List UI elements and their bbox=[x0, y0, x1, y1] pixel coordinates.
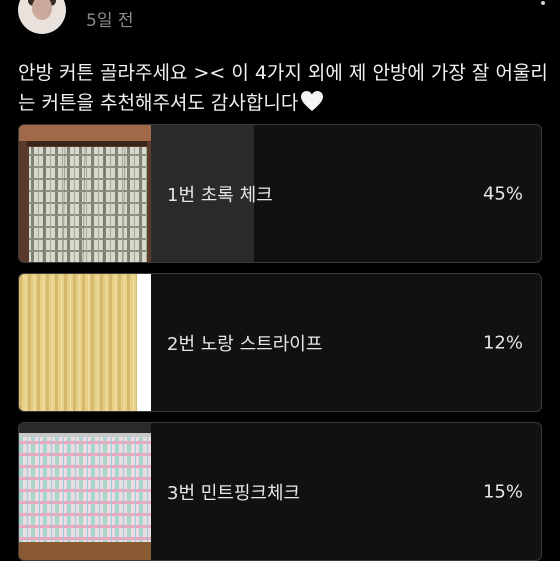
post-header: 5일 전 bbox=[0, 0, 560, 44]
curtain-yellow-stripe-image bbox=[19, 274, 151, 411]
more-dots-icon[interactable] bbox=[536, 0, 550, 12]
post-body: 안방 커튼 골라주세요 >< 이 4가지 외에 제 안방에 가장 잘 어울리는 … bbox=[18, 62, 548, 114]
curtain-green-check-image bbox=[19, 125, 151, 262]
post-text: 안방 커튼 골라주세요 >< 이 4가지 외에 제 안방에 가장 잘 어울리는 … bbox=[18, 58, 548, 118]
poll-option-1[interactable]: 1번 초록 체크 45% bbox=[18, 124, 542, 263]
avatar[interactable] bbox=[18, 0, 66, 34]
post-time: 5일 전 bbox=[86, 11, 134, 31]
poll-option-3[interactable]: 3번 민트핑크체크 15% bbox=[18, 422, 542, 561]
poll-option-2[interactable]: 2번 노랑 스트라이프 12% bbox=[18, 273, 542, 412]
poll-option-percent: 45% bbox=[482, 183, 523, 204]
poll-option-percent: 15% bbox=[482, 481, 523, 502]
poll-option-percent: 12% bbox=[482, 332, 523, 353]
poll-option-label: 1번 초록 체크 bbox=[167, 184, 273, 206]
poll-option-label: 2번 노랑 스트라이프 bbox=[167, 333, 323, 355]
curtain-mint-pink-check-image bbox=[19, 423, 151, 560]
white-heart-icon bbox=[301, 91, 324, 111]
poll-option-label: 3번 민트핑크체크 bbox=[167, 482, 301, 504]
avatar-face bbox=[32, 0, 52, 20]
